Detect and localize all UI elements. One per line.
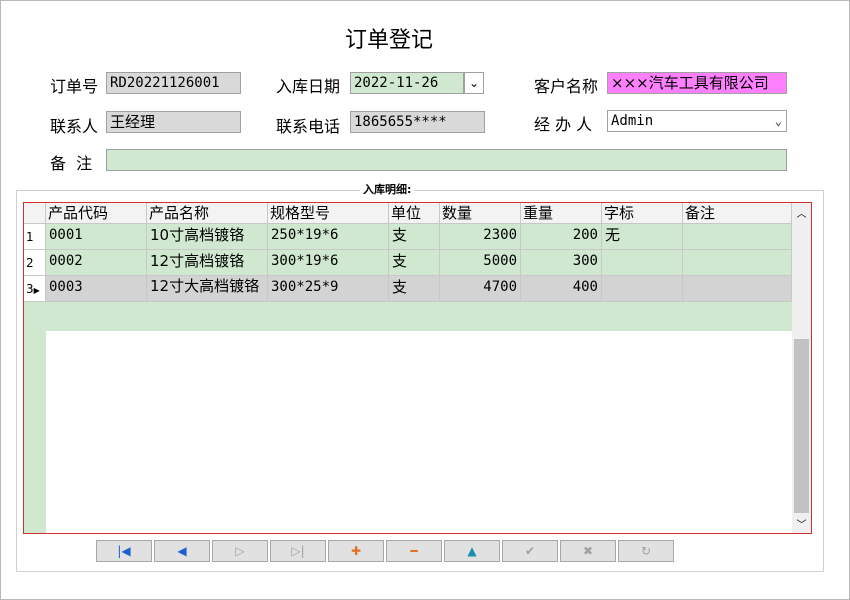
prev-record-icon: ◀ [177,544,187,558]
cell-mark[interactable] [602,276,683,302]
row-number[interactable]: 2 [24,250,46,276]
cell-code[interactable]: 0003 [46,276,147,302]
delete-record-button[interactable]: ━ [386,540,442,562]
chevron-down-icon[interactable]: ﹀ [792,516,811,531]
cell-name[interactable]: 12寸大高档镀铬 [147,276,268,302]
remark-label: 备 注 [50,154,93,173]
vertical-scrollbar[interactable]: ︿ ﹀ [792,203,811,533]
cell-mark[interactable]: 无 [602,224,683,250]
first-record-button[interactable]: |◀ [96,540,152,562]
edit-icon: ▲ [467,544,477,558]
contact-label: 联系人 [50,117,99,136]
col-header-qty[interactable]: 数量 [440,203,521,224]
cell-unit[interactable]: 支 [389,224,440,250]
cell-spec[interactable]: 300*19*6 [268,250,389,276]
cell-code[interactable]: 0001 [46,224,147,250]
cell-unit[interactable]: 支 [389,250,440,276]
chevron-down-icon: ⌄ [468,76,480,90]
phone-field[interactable]: 1865655**** [350,111,485,133]
cell-note[interactable] [683,276,792,302]
table-row[interactable]: 1 0001 10寸高档镀铬 250*19*6 支 2300 200 无 [24,224,792,250]
col-header-name[interactable]: 产品名称 [147,203,268,224]
cell-name[interactable]: 12寸高档镀铬 [147,250,268,276]
in-date-field[interactable]: 2022-11-26 [350,72,464,94]
edit-record-button[interactable]: ▲ [444,540,500,562]
cancel-icon: ✖ [582,544,594,558]
save-icon: ✔ [524,544,536,558]
first-record-icon: |◀ [117,544,131,558]
page-title: 订单登记 [344,28,433,53]
row-number[interactable]: 3▶ [24,276,46,302]
chevron-down-icon[interactable]: ⌄ [775,111,782,131]
col-header-weight[interactable]: 重量 [521,203,602,224]
cell-note[interactable] [683,224,792,250]
cancel-record-button[interactable]: ✖ [560,540,616,562]
next-record-button[interactable]: ▷ [212,540,268,562]
cell-spec[interactable]: 250*19*6 [268,224,389,250]
cell-note[interactable] [683,250,792,276]
customer-label: 客户名称 [534,77,599,96]
col-header-unit[interactable]: 单位 [389,203,440,224]
cell-qty[interactable]: 4700 [440,276,521,302]
cell-name[interactable]: 10寸高档镀铬 [147,224,268,250]
cell-code[interactable]: 0002 [46,250,147,276]
col-header-spec[interactable]: 规格型号 [268,203,389,224]
phone-label: 联系电话 [276,117,341,136]
remark-field[interactable] [106,149,787,171]
last-record-icon: ▷| [291,544,305,558]
cell-qty[interactable]: 2300 [440,224,521,250]
detail-grid[interactable]: 产品代码 产品名称 规格型号 单位 数量 重量 字标 备注 1 0001 10寸… [23,202,812,534]
table-row[interactable]: 2 0002 12寸高档镀铬 300*19*6 支 5000 300 [24,250,792,276]
scrollbar-thumb[interactable] [794,339,809,513]
last-record-button[interactable]: ▷| [270,540,326,562]
cell-weight[interactable]: 300 [521,250,602,276]
detail-group-title: 入库明细: [360,181,415,197]
cell-unit[interactable]: 支 [389,276,440,302]
cell-mark[interactable] [602,250,683,276]
in-date-label: 入库日期 [276,77,341,96]
order-no-label: 订单号 [50,77,99,96]
add-icon: ✚ [350,544,362,558]
date-dropdown-button[interactable]: ⌄ [464,72,484,94]
grid-new-row-area[interactable] [46,301,792,331]
chevron-up-icon[interactable]: ︿ [792,205,811,220]
cell-spec[interactable]: 300*25*9 [268,276,389,302]
refresh-button[interactable]: ↻ [618,540,674,562]
add-record-button[interactable]: ✚ [328,540,384,562]
delete-icon: ━ [410,544,418,558]
customer-field[interactable]: ×××汽车工具有限公司 [607,72,787,94]
contact-field[interactable]: 王经理 [106,111,241,133]
grid-corner [24,203,46,224]
cell-qty[interactable]: 5000 [440,250,521,276]
row-number[interactable]: 1 [24,224,46,250]
post-record-button[interactable]: ✔ [502,540,558,562]
cell-weight[interactable]: 200 [521,224,602,250]
prev-record-button[interactable]: ◀ [154,540,210,562]
handler-select[interactable]: Admin ⌄ [607,110,787,132]
refresh-icon: ↻ [640,544,652,558]
next-record-icon: ▷ [235,544,245,558]
handler-value: Admin [611,113,654,129]
col-header-mark[interactable]: 字标 [602,203,683,224]
col-header-code[interactable]: 产品代码 [46,203,147,224]
table-row-current[interactable]: 3▶ 0003 12寸大高档镀铬 300*25*9 支 4700 400 [24,276,792,302]
handler-label: 经 办 人 [534,115,593,134]
current-row-pointer-icon: ▶ [33,286,40,295]
order-no-field[interactable]: RD20221126001 [106,72,241,94]
cell-weight[interactable]: 400 [521,276,602,302]
col-header-note[interactable]: 备注 [683,203,792,224]
row-number-text: 3 [26,282,34,296]
